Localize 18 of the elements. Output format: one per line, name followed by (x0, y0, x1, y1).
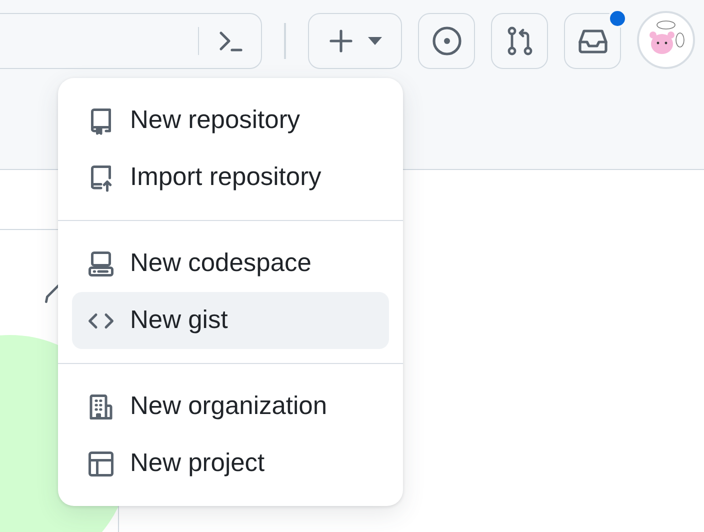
table-icon (86, 448, 116, 478)
menu-item[interactable]: New repository (72, 92, 389, 149)
inbox-icon (576, 27, 608, 55)
pull-requests-button[interactable] (491, 13, 548, 69)
issues-button[interactable] (418, 13, 475, 69)
caret-icon (368, 37, 382, 45)
pull-request-icon (506, 26, 534, 56)
menu-item[interactable]: New project (72, 435, 389, 492)
computer-icon (86, 248, 116, 278)
pencil-icon (45, 284, 60, 303)
menu-item[interactable]: New organization (72, 378, 389, 435)
plus-icon (328, 28, 354, 54)
menu-item[interactable]: Import repository (72, 149, 389, 206)
menu-item[interactable]: New codespace (72, 235, 389, 292)
circle-dot-icon (430, 25, 462, 57)
menu-item[interactable]: New gist (72, 292, 389, 349)
create-new-button[interactable] (308, 13, 402, 69)
search-field[interactable] (0, 13, 262, 69)
